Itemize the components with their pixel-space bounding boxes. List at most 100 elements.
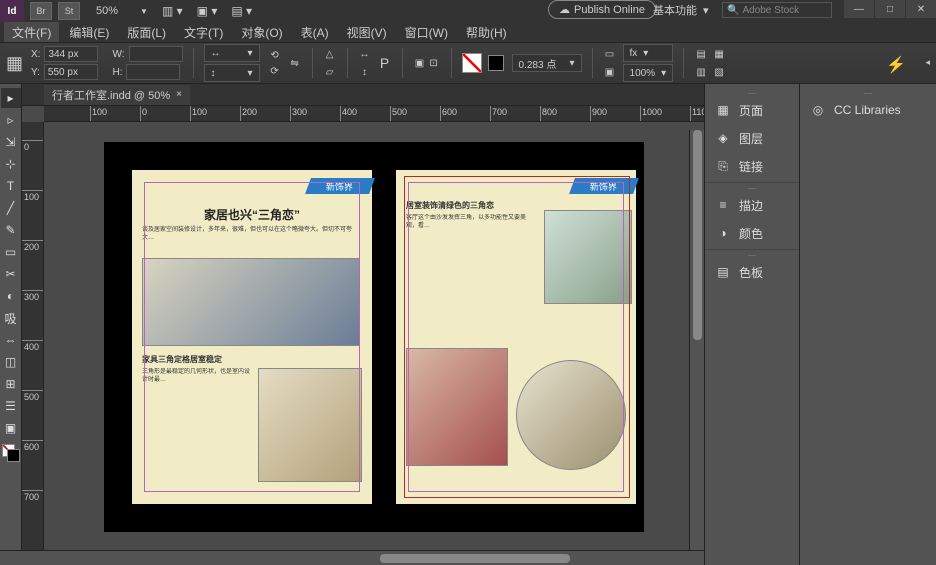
photo-interior [258,368,362,482]
y-field[interactable]: 550 px [44,64,98,80]
maximize-button[interactable]: □ [875,0,905,18]
window-controls: — □ ✕ [843,0,936,18]
screen-mode-icon[interactable]: ▣ ▾ [197,4,218,18]
text-wrap-jump-icon[interactable]: ▧ [712,65,726,79]
container-select-icon[interactable]: ▣ [413,56,427,70]
fx-dropdown[interactable]: fx ▾ [623,44,674,62]
measure-tool[interactable]: ☰ [1,396,21,416]
pasteboard[interactable]: 新饰界 家居也兴“三角恋” 谈及居家空间装修设计，多年来，很难，但也可以在这个略… [44,122,704,565]
toolbox: ▸ ▹ ⇲ ⊹ T ╱ ✎ ▭ ✂ ◐ 吸 ⇔ ◫ ⊞ ☰ ▣ [0,84,22,565]
document-tab[interactable]: 行者工作室.indd @ 50% × [44,85,190,105]
shear-icon[interactable]: ▱ [323,65,337,79]
scrollbar-vertical[interactable] [689,130,704,550]
stroke-weight-field[interactable]: 0.283 点▾ [512,54,582,72]
photo-circle-lounge [516,360,626,470]
w-field[interactable] [129,46,183,62]
content-select-icon[interactable]: ⊡ [427,56,441,70]
frame-tool[interactable]: ◫ [1,352,21,372]
gpu-bolt-icon[interactable]: ⚡ [886,55,906,75]
object-style-icon[interactable]: ▣ [603,65,617,79]
swatches-icon: ▤ [715,265,731,279]
scale-y-field[interactable]: ↕ ▾ [204,64,260,82]
expand-control-icon[interactable]: ◂ [925,57,930,68]
scale-x-field[interactable]: ↔ ▾ [204,44,260,62]
rectangle-tool[interactable]: ▭ [1,242,21,262]
stroke-swatch[interactable] [488,55,504,71]
h-field[interactable] [126,64,180,80]
panel-stroke[interactable]: ≡描边 [705,191,799,219]
menu-file[interactable]: 文件(F) [4,22,59,43]
pen-tool[interactable]: ✎ [1,220,21,240]
line-tool[interactable]: ╱ [1,198,21,218]
scrollbar-thumb[interactable] [380,554,570,563]
body-para2: 三角形是最稳定的几何形状，也是室内设计时最… [142,368,250,478]
menu-edit[interactable]: 编辑(E) [61,22,117,43]
panel-pages[interactable]: ▦页面 [705,96,799,124]
stock-search-field[interactable]: 🔍 Adobe Stock [722,2,832,18]
reference-point-icon[interactable]: ▦ [6,53,23,74]
note-tool[interactable]: ▣ [1,418,21,438]
menu-table[interactable]: 表(A) [293,22,337,43]
panel-swatches[interactable]: ▤色板 [705,258,799,286]
panel-cc-libraries[interactable]: ◎CC Libraries [800,96,936,124]
text-wrap-none-icon[interactable]: ▤ [694,47,708,61]
grid-tool[interactable]: ⊞ [1,374,21,394]
preview-icon[interactable]: ▤ ▾ [231,4,252,18]
links-icon: ⎘ [715,159,731,174]
flip-horizontal-icon[interactable]: ↔ [358,47,372,61]
ruler-vertical[interactable]: 0100200300400500600700 [22,122,44,565]
effects-icon[interactable]: ▭ [603,47,617,61]
menu-type[interactable]: 文字(T) [176,22,231,43]
direct-selection-tool[interactable]: ▹ [1,110,21,130]
menu-view[interactable]: 视图(V) [339,22,395,43]
panel-links[interactable]: ⎘链接 [705,152,799,180]
hand-tool[interactable]: ⇔ [1,330,21,350]
rotate-angle-icon[interactable]: △ [323,47,337,61]
selection-p-icon[interactable]: P [378,56,392,70]
eyedropper-tool[interactable]: 吸 [1,308,21,328]
stroke-icon: ≡ [715,198,731,212]
flip-vertical-icon[interactable]: ↕ [358,65,372,79]
fill-swatch-none[interactable] [462,53,482,73]
text-wrap-shape-icon[interactable]: ▦ [712,47,726,61]
color-icon: ◑ [715,226,731,240]
zoom-level[interactable]: 50% ▼ [88,3,148,19]
type-tool[interactable]: T [1,176,21,196]
scissors-tool[interactable]: ✂ [1,264,21,284]
scrollbar-thumb[interactable] [693,130,702,340]
publish-online-button[interactable]: ☁ Publish Online [548,0,656,19]
x-field[interactable]: 344 px [44,46,98,62]
gap-tool[interactable]: ⊹ [1,154,21,174]
close-button[interactable]: ✕ [906,0,936,18]
scrollbar-horizontal[interactable] [0,550,704,565]
rotate-cw-icon[interactable]: ⟳ [268,64,282,78]
stock-button[interactable]: St [58,2,80,20]
panel-color[interactable]: ◑颜色 [705,219,799,247]
body-para: 谈及居家空间装修设计，多年来，很难，但也可以在这个略微夸大。但切不可夸大… [142,226,360,243]
ruler-horizontal[interactable]: 100010020030040050060070080090010001100 [44,106,704,122]
flip-h-icon[interactable]: ⇋ [288,56,302,70]
selection-tool[interactable]: ▸ [1,88,21,108]
panel-layers[interactable]: ◈图层 [705,124,799,152]
opacity-field[interactable]: 100% ▾ [623,64,674,82]
fill-stroke-proxy[interactable] [2,444,20,462]
search-placeholder: Adobe Stock [742,5,799,16]
workspace-dropdown[interactable]: 基本功能 ▾ [653,2,709,18]
panel-strip-b: ◎CC Libraries [800,84,936,565]
menu-help[interactable]: 帮助(H) [458,22,515,43]
menu-window[interactable]: 窗口(W) [397,22,456,43]
menu-layout[interactable]: 版面(L) [119,22,174,43]
minimize-button[interactable]: — [844,0,874,18]
tab-title: 行者工作室.indd @ 50% [52,87,170,103]
gradient-tool[interactable]: ◐ [1,286,21,306]
rotate-ccw-icon[interactable]: ⟲ [268,48,282,62]
subhead: 家具三角定格居室稳定 [142,354,222,365]
close-tab-icon[interactable]: × [176,89,182,100]
w-label: W: [112,49,124,60]
text-wrap-bound-icon[interactable]: ▥ [694,65,708,79]
page-tool[interactable]: ⇲ [1,132,21,152]
chevron-down-icon: ▾ [703,4,709,17]
menu-object[interactable]: 对象(O) [233,22,290,43]
arrange-icon[interactable]: ▥ ▾ [162,4,183,18]
bridge-button[interactable]: Br [30,2,52,20]
